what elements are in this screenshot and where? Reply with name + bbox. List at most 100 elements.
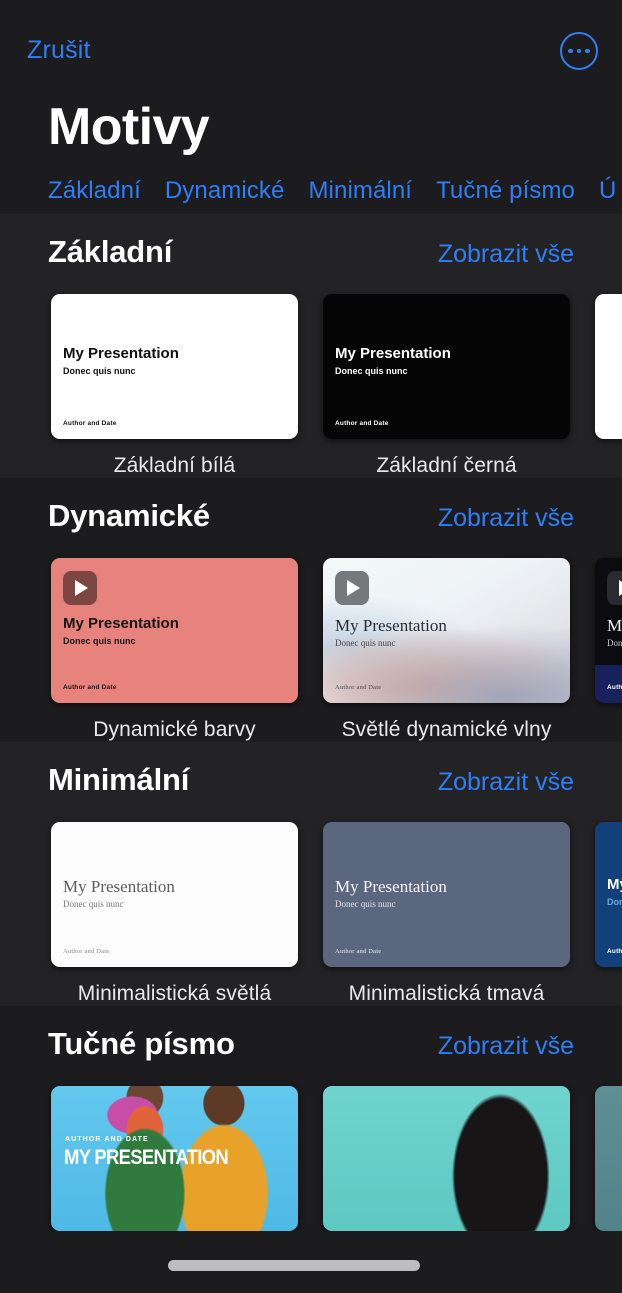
dot bbox=[585, 48, 590, 54]
theme-thumbnail[interactable]: AUTHOR AND DATE MY PRESENTATION bbox=[51, 1086, 298, 1232]
theme-card-row[interactable]: My Presentation Donec quis nunc Author a… bbox=[0, 798, 622, 1006]
theme-name-label: Minimalistická tmavá bbox=[348, 982, 545, 1006]
section-title: Tučné písmo bbox=[48, 1026, 235, 1062]
slide-footer: Author and Date bbox=[63, 684, 117, 692]
theme-card-partial[interactable] bbox=[595, 1086, 622, 1232]
play-icon bbox=[607, 571, 622, 606]
theme-thumbnail[interactable]: My Presentation Donec quis nunc Author a… bbox=[323, 294, 570, 440]
slide-title: MY PRESENTATION bbox=[64, 1146, 229, 1170]
slide-text-block: My Presentation Donec quis nunc bbox=[335, 616, 447, 648]
theme-card[interactable]: My Presentation Donec quis nunc Author a… bbox=[51, 822, 298, 1006]
dot bbox=[568, 48, 573, 54]
theme-card[interactable]: My Presentation Donec quis nunc Author a… bbox=[51, 558, 298, 742]
slide-footer: Author and Date bbox=[63, 420, 117, 428]
tab-dynamicke[interactable]: Dynamické bbox=[165, 177, 285, 205]
theme-card[interactable] bbox=[323, 1086, 570, 1232]
tab-minimalni[interactable]: Minimální bbox=[308, 177, 412, 205]
theme-thumbnail[interactable] bbox=[595, 294, 622, 440]
theme-name-label: Minimalistická světlá bbox=[77, 982, 272, 1006]
slide-text-block: My Presentation Donec quis nunc bbox=[335, 345, 451, 377]
slide-text-block: My Presentation Donec quis nunc bbox=[63, 877, 175, 909]
section-minimalni: Minimální Zobrazit vše My Presentation D… bbox=[0, 742, 622, 1007]
slide-text-block: My Presentation Donec quis nunc bbox=[63, 615, 179, 647]
slide-footer: Author and Date bbox=[335, 420, 389, 428]
theme-thumbnail[interactable]: My Presentation Donec quis nunc Author a… bbox=[51, 822, 298, 968]
theme-card-row[interactable]: AUTHOR AND DATE MY PRESENTATION bbox=[0, 1062, 622, 1232]
section-header: Tučné písmo Zobrazit vše bbox=[0, 1006, 622, 1062]
cancel-button[interactable]: Zrušit bbox=[27, 38, 91, 63]
slide-subtitle: Donec quis nunc bbox=[607, 897, 622, 908]
slide-subtitle: Donec quis nunc bbox=[335, 638, 396, 649]
slide-subtitle: Donec quis nunc bbox=[335, 366, 408, 377]
tab-zakladni[interactable]: Základní bbox=[48, 177, 141, 205]
theme-card-partial[interactable]: My Presentation Donec quis nunc Author a… bbox=[595, 558, 622, 742]
see-all-button[interactable]: Zobrazit vše bbox=[438, 504, 574, 533]
section-header: Minimální Zobrazit vše bbox=[0, 742, 622, 798]
slide-title: My Presentation bbox=[63, 345, 179, 363]
theme-thumbnail[interactable]: My Presentation Donec quis nunc Author a… bbox=[51, 294, 298, 440]
slide-title: My Presentation bbox=[63, 877, 175, 897]
slide-text-block: My Presentation Donec quis nunc bbox=[607, 876, 622, 908]
slide-subtitle: Donec quis nunc bbox=[607, 638, 622, 649]
tab-uvodni-partial[interactable]: Ú bbox=[599, 177, 616, 205]
slide-footer: Author and Date bbox=[335, 684, 382, 692]
theme-name-label: Dynamické barvy bbox=[93, 718, 256, 742]
theme-card[interactable]: My Presentation Donec quis nunc Author a… bbox=[323, 558, 570, 742]
theme-name-label: Světlé dynamické vlny bbox=[341, 718, 552, 742]
theme-card[interactable]: My Presentation Donec quis nunc Author a… bbox=[323, 294, 570, 478]
slide-subtitle: Donec quis nunc bbox=[63, 636, 136, 647]
section-dynamicke: Dynamické Zobrazit vše My Presentation D… bbox=[0, 478, 622, 742]
slide-kicker: AUTHOR AND DATE bbox=[65, 1136, 149, 1144]
theme-thumbnail[interactable]: My Presentation Donec quis nunc Author a… bbox=[323, 822, 570, 968]
slide-subtitle: Donec quis nunc bbox=[335, 899, 396, 910]
slide-text-block: My Presentation Donec quis nunc bbox=[63, 345, 179, 377]
theme-card[interactable]: My Presentation Donec quis nunc Author a… bbox=[323, 822, 570, 1006]
section-title: Dynamické bbox=[48, 498, 210, 534]
slide-subtitle: Donec quis nunc bbox=[63, 366, 136, 377]
theme-card-row[interactable]: My Presentation Donec quis nunc Author a… bbox=[0, 534, 622, 742]
see-all-button[interactable]: Zobrazit vše bbox=[438, 768, 574, 797]
see-all-button[interactable]: Zobrazit vše bbox=[438, 240, 574, 269]
navigation-bar: Zrušit bbox=[0, 0, 622, 92]
section-title: Minimální bbox=[48, 762, 190, 798]
play-icon bbox=[335, 571, 369, 606]
theme-card[interactable]: AUTHOR AND DATE MY PRESENTATION bbox=[51, 1086, 298, 1232]
ellipsis-circle-icon[interactable] bbox=[560, 32, 598, 70]
theme-name-label: Základní bílá bbox=[113, 454, 236, 478]
slide-title: My Presentation bbox=[607, 616, 622, 636]
theme-card[interactable]: My Presentation Donec quis nunc Author a… bbox=[51, 294, 298, 478]
section-title: Základní bbox=[48, 234, 173, 270]
theme-thumbnail[interactable]: My Presentation Donec quis nunc Author a… bbox=[595, 558, 622, 704]
slide-footer: Author and Date bbox=[335, 948, 382, 956]
section-header: Základní Zobrazit vše bbox=[0, 214, 622, 270]
theme-card-partial[interactable]: My Presentation Donec quis nunc Author a… bbox=[595, 822, 622, 1006]
slide-title: My Presentation bbox=[335, 345, 451, 363]
theme-thumbnail[interactable] bbox=[323, 1086, 570, 1232]
theme-card-row[interactable]: My Presentation Donec quis nunc Author a… bbox=[0, 270, 622, 478]
category-tab-strip[interactable]: Základní Dynamické Minimální Tučné písmo… bbox=[0, 156, 622, 214]
slide-title: My Presentation bbox=[335, 877, 447, 897]
theme-thumbnail[interactable]: My Presentation Donec quis nunc Author a… bbox=[323, 558, 570, 704]
section-header: Dynamické Zobrazit vše bbox=[0, 478, 622, 534]
play-icon bbox=[63, 571, 97, 606]
section-zakladni: Základní Zobrazit vše My Presentation Do… bbox=[0, 214, 622, 479]
slide-footer: Author and Date bbox=[63, 948, 110, 956]
theme-thumbnail[interactable]: My Presentation Donec quis nunc Author a… bbox=[595, 822, 622, 968]
slide-title: My Presentation bbox=[335, 616, 447, 636]
slide-footer: Author and Date bbox=[607, 948, 622, 956]
theme-thumbnail[interactable] bbox=[595, 1086, 622, 1232]
slide-footer: Author and Date bbox=[607, 684, 622, 692]
slide-text-block: My Presentation Donec quis nunc bbox=[335, 877, 447, 909]
tab-tucne-pismo[interactable]: Tučné písmo bbox=[436, 177, 575, 205]
see-all-button[interactable]: Zobrazit vše bbox=[438, 1032, 574, 1061]
slide-title: My Presentation bbox=[63, 615, 179, 633]
theme-card-partial[interactable] bbox=[595, 294, 622, 478]
horizontal-scroll-indicator[interactable] bbox=[168, 1260, 420, 1271]
section-tucne-pismo: Tučné písmo Zobrazit vše AUTHOR AND DATE… bbox=[0, 1006, 622, 1232]
slide-text-block: My Presentation Donec quis nunc bbox=[607, 616, 622, 648]
theme-name-label: Základní černá bbox=[376, 454, 517, 478]
dot bbox=[576, 48, 582, 54]
page-title: Motivy bbox=[48, 98, 210, 156]
slide-subtitle: Donec quis nunc bbox=[63, 899, 124, 910]
theme-thumbnail[interactable]: My Presentation Donec quis nunc Author a… bbox=[51, 558, 298, 704]
